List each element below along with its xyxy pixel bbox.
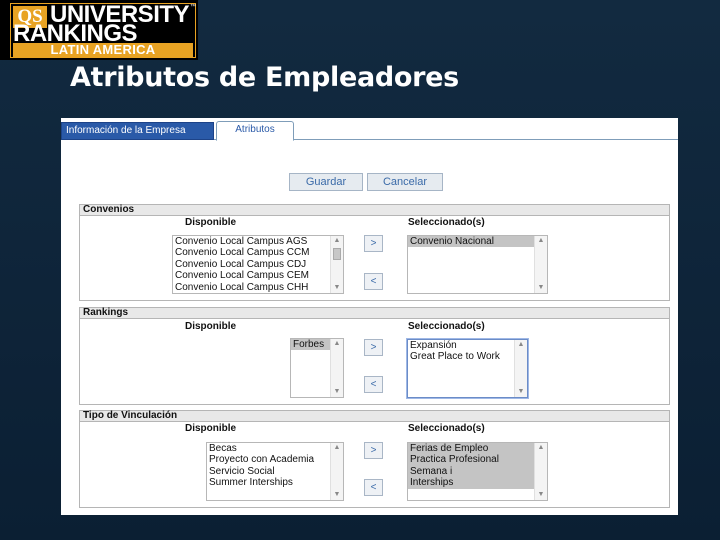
- list-item[interactable]: Convenio Local Campus AGS: [173, 236, 343, 247]
- scrollbar[interactable]: ▲ ▼: [330, 236, 343, 293]
- scroll-up-icon[interactable]: ▲: [515, 340, 527, 350]
- scrollbar[interactable]: ▲ ▼: [514, 340, 527, 397]
- list-item[interactable]: Semana i: [408, 465, 547, 478]
- logo-region: LATIN AMERICA: [13, 43, 193, 57]
- cancel-button[interactable]: Cancelar: [367, 173, 443, 191]
- logo-trademark: ™: [190, 4, 196, 10]
- available-label: Disponible: [185, 321, 237, 332]
- scroll-up-icon[interactable]: ▲: [535, 443, 547, 453]
- list-item[interactable]: Practica Profesional: [408, 454, 547, 466]
- qs-logo: QS UNIVERSITY ™ RANKINGS LATIN AMERICA: [0, 0, 198, 60]
- available-list-rankings[interactable]: Forbes ▲ ▼: [290, 338, 344, 398]
- move-right-button[interactable]: >: [364, 235, 383, 252]
- tab-company-info[interactable]: Información de la Empresa: [61, 122, 214, 140]
- available-list-vinculacion[interactable]: Becas Proyecto con Academia Servicio Soc…: [206, 442, 344, 501]
- list-item[interactable]: Becas: [207, 443, 343, 454]
- move-left-button[interactable]: <: [364, 376, 383, 393]
- scroll-down-icon[interactable]: ▼: [331, 387, 343, 397]
- list-item[interactable]: Convenio Local Campus CCM: [173, 247, 343, 258]
- list-item[interactable]: Convenio Local Campus CDJ: [173, 259, 343, 270]
- attributes-panel: Información de la Empresa Atributos Guar…: [61, 118, 678, 515]
- selected-label: Seleccionado(s): [408, 217, 485, 228]
- section-title: Tipo de Vinculación: [80, 411, 669, 422]
- section-title: Rankings: [80, 308, 669, 319]
- move-right-button[interactable]: >: [364, 442, 383, 459]
- list-item[interactable]: Expansión: [408, 340, 527, 351]
- scroll-down-icon[interactable]: ▼: [535, 490, 547, 500]
- list-item[interactable]: Interships: [408, 477, 547, 489]
- available-list-convenios[interactable]: Convenio Local Campus AGS Convenio Local…: [172, 235, 344, 294]
- scroll-up-icon[interactable]: ▲: [535, 236, 547, 246]
- move-right-button[interactable]: >: [364, 339, 383, 356]
- scrollbar[interactable]: ▲ ▼: [534, 443, 547, 500]
- section-title: Convenios: [80, 205, 669, 216]
- selected-list-vinculacion[interactable]: Ferias de Empleo Practica Profesional Se…: [407, 442, 548, 501]
- page-title: Atributos de Empleadores: [70, 62, 459, 93]
- selected-list-rankings[interactable]: Expansión Great Place to Work ▲ ▼: [407, 339, 528, 398]
- selected-label: Seleccionado(s): [408, 321, 485, 332]
- available-label: Disponible: [185, 217, 237, 228]
- list-item[interactable]: Great Place to Work: [408, 351, 527, 362]
- selected-label: Seleccionado(s): [408, 423, 485, 434]
- list-item[interactable]: Summer Interships: [207, 477, 343, 488]
- move-left-button[interactable]: <: [364, 273, 383, 290]
- list-item[interactable]: Servicio Social: [207, 466, 343, 477]
- list-item[interactable]: Ferias de Empleo: [408, 443, 547, 455]
- list-item[interactable]: Convenio Local Campus CHH: [173, 282, 343, 293]
- tab-attributes[interactable]: Atributos: [216, 121, 294, 141]
- scroll-down-icon[interactable]: ▼: [331, 283, 343, 293]
- section-vinculacion: Tipo de Vinculación Disponible Seleccion…: [79, 410, 670, 508]
- scroll-up-icon[interactable]: ▲: [331, 236, 343, 246]
- scroll-down-icon[interactable]: ▼: [331, 490, 343, 500]
- scroll-up-icon[interactable]: ▲: [331, 339, 343, 349]
- scroll-up-icon[interactable]: ▲: [331, 443, 343, 453]
- scrollbar[interactable]: ▲ ▼: [330, 443, 343, 500]
- save-button[interactable]: Guardar: [289, 173, 363, 191]
- selected-list-convenios[interactable]: Convenio Nacional ▲ ▼: [407, 235, 548, 294]
- section-rankings: Rankings Disponible Seleccionado(s) Forb…: [79, 307, 670, 405]
- scrollbar[interactable]: ▲ ▼: [534, 236, 547, 293]
- section-convenios: Convenios Disponible Seleccionado(s) Con…: [79, 204, 670, 301]
- tab-bar: Información de la Empresa Atributos: [61, 118, 678, 141]
- move-left-button[interactable]: <: [364, 479, 383, 496]
- scroll-down-icon[interactable]: ▼: [535, 283, 547, 293]
- list-item[interactable]: Proyecto con Academia: [207, 454, 343, 465]
- list-item[interactable]: Convenio Nacional: [408, 236, 547, 248]
- available-label: Disponible: [185, 423, 237, 434]
- scrollbar[interactable]: ▲ ▼: [330, 339, 343, 397]
- scroll-thumb[interactable]: [333, 248, 341, 260]
- scroll-down-icon[interactable]: ▼: [515, 387, 527, 397]
- list-item[interactable]: Convenio Local Campus CEM: [173, 270, 343, 281]
